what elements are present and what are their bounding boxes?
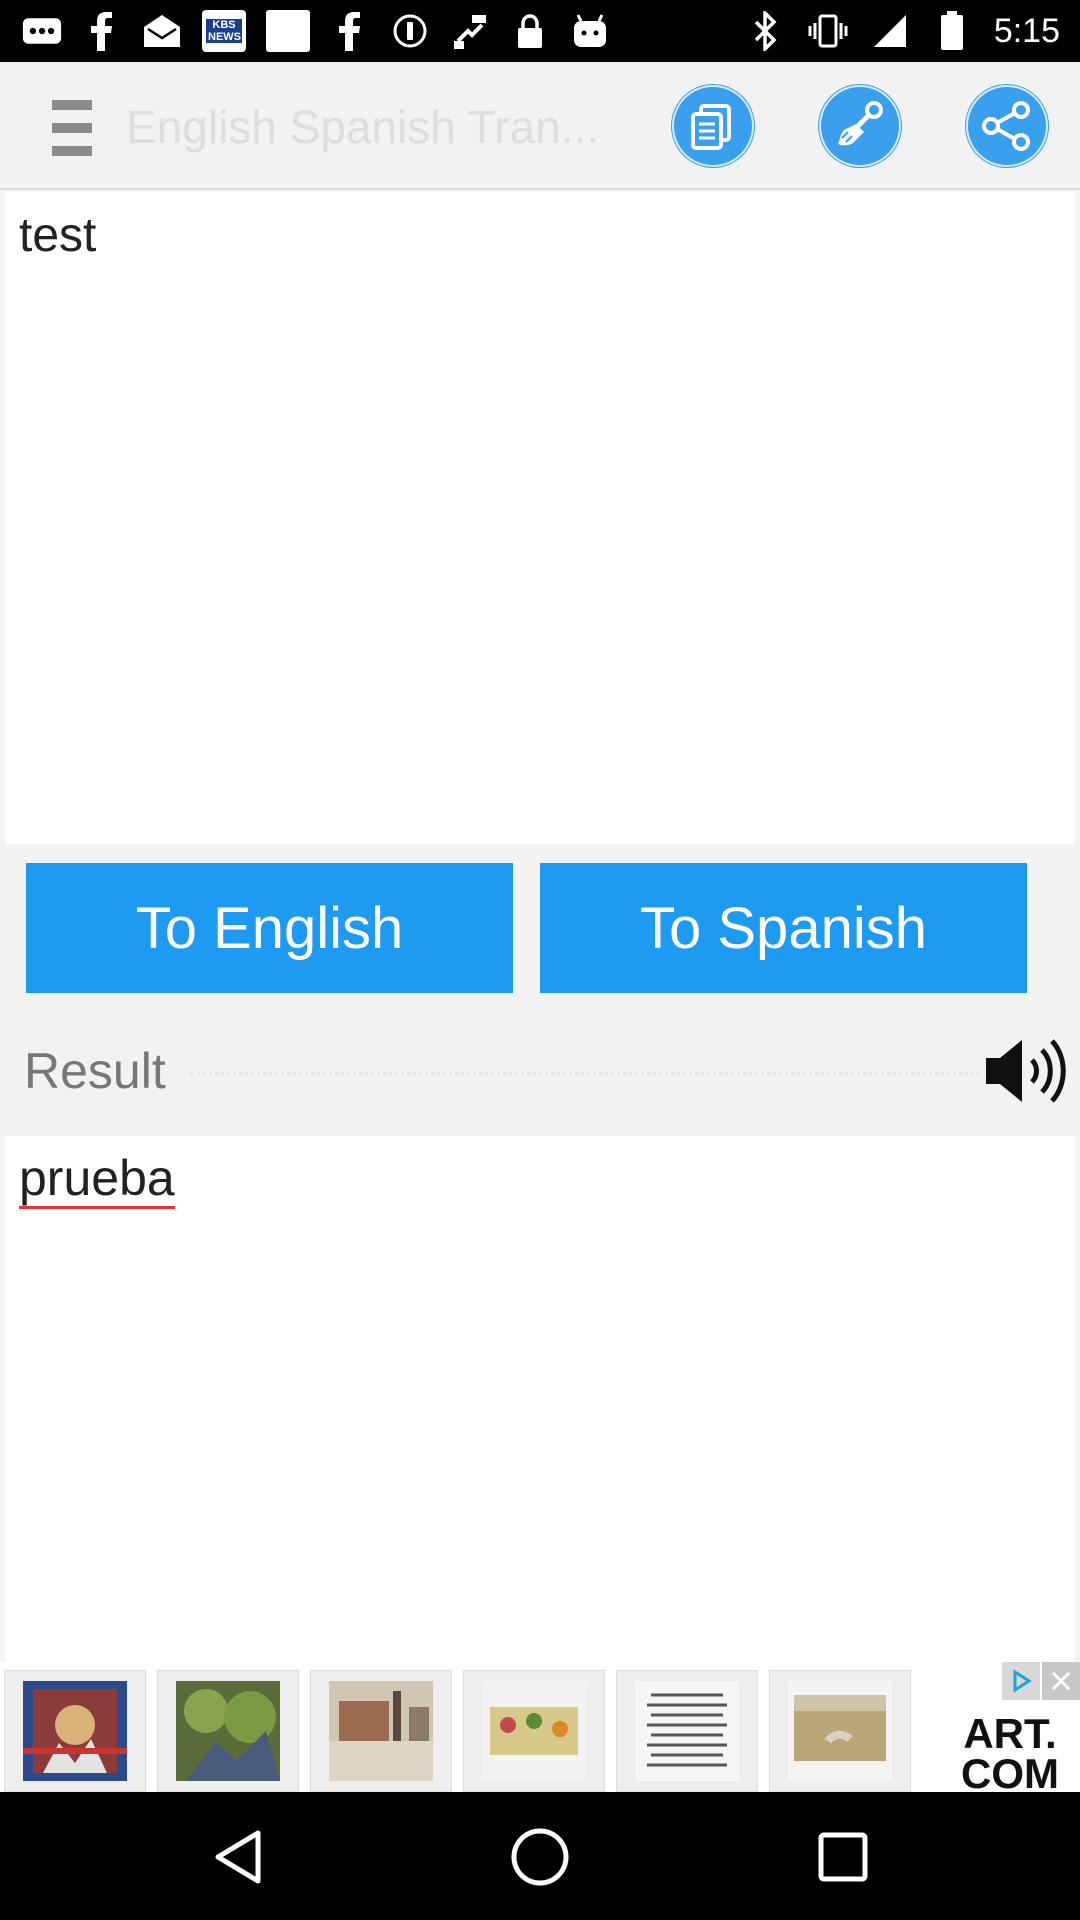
result-text: prueba (19, 1152, 175, 1209)
to-english-button[interactable]: To English (26, 863, 513, 993)
speaker-button[interactable] (982, 1036, 1072, 1106)
lock-icon (510, 11, 550, 51)
android-icon (570, 11, 610, 51)
app-bar: English Spanish Tran... (0, 62, 1080, 190)
result-label: Result (24, 1043, 166, 1099)
kbs-news-icon: KBS NEWS (202, 10, 246, 52)
status-bar: KBS NEWS 5:15 (0, 0, 1080, 62)
recents-button[interactable] (808, 1822, 878, 1892)
speaker-icon (986, 1039, 1066, 1103)
ad-logo-line: ART. (963, 1710, 1057, 1757)
close-icon[interactable] (1042, 1662, 1080, 1700)
system-icons: 5:15 (746, 10, 1060, 52)
clear-button[interactable] (818, 84, 902, 168)
clock: 5:15 (993, 11, 1060, 50)
ad-image[interactable] (310, 1670, 452, 1792)
navigation-bar (0, 1792, 1080, 1920)
divider (190, 1072, 980, 1075)
copy-button[interactable] (671, 84, 755, 168)
back-button[interactable] (205, 1822, 275, 1892)
bluetooth-icon (746, 11, 786, 51)
kbs-label: KBS (206, 19, 242, 31)
share-button[interactable] (965, 84, 1049, 168)
square-icon (266, 10, 310, 52)
ad-choices-icon[interactable] (1002, 1662, 1040, 1700)
brush-icon (819, 85, 901, 167)
ad-logo[interactable]: ART. COM (940, 1710, 1080, 1797)
source-text-input[interactable]: test (5, 192, 1075, 844)
battery-icon (932, 11, 972, 51)
result-output[interactable]: prueba (5, 1136, 1075, 1666)
email-icon (142, 11, 182, 51)
app-title: English Spanish Tran... (126, 101, 600, 153)
back-icon (215, 1830, 261, 1884)
fake-gps-icon (450, 11, 490, 51)
to-spanish-button[interactable]: To Spanish (540, 863, 1027, 993)
ad-image[interactable] (4, 1670, 146, 1792)
recents-icon (818, 1832, 868, 1882)
ad-banner[interactable]: ART. COM (0, 1662, 1080, 1797)
facebook-icon (330, 11, 370, 51)
ad-logo-line: COM (961, 1750, 1059, 1797)
more-icon (22, 11, 62, 51)
facebook-icon (82, 11, 122, 51)
vibrate-icon (808, 11, 848, 51)
ad-image[interactable] (769, 1670, 911, 1792)
ad-image[interactable] (157, 1670, 299, 1792)
notification-icons: KBS NEWS (22, 10, 610, 52)
home-button[interactable] (505, 1822, 575, 1892)
menu-icon[interactable] (52, 100, 92, 156)
share-icon (966, 85, 1048, 167)
home-icon (511, 1828, 569, 1886)
news-label: NEWS (206, 31, 242, 43)
ad-image[interactable] (616, 1670, 758, 1792)
source-text: test (19, 209, 97, 262)
ad-image[interactable] (463, 1670, 605, 1792)
dnd-icon (390, 11, 430, 51)
copy-icon (672, 85, 754, 167)
signal-icon (870, 11, 910, 51)
